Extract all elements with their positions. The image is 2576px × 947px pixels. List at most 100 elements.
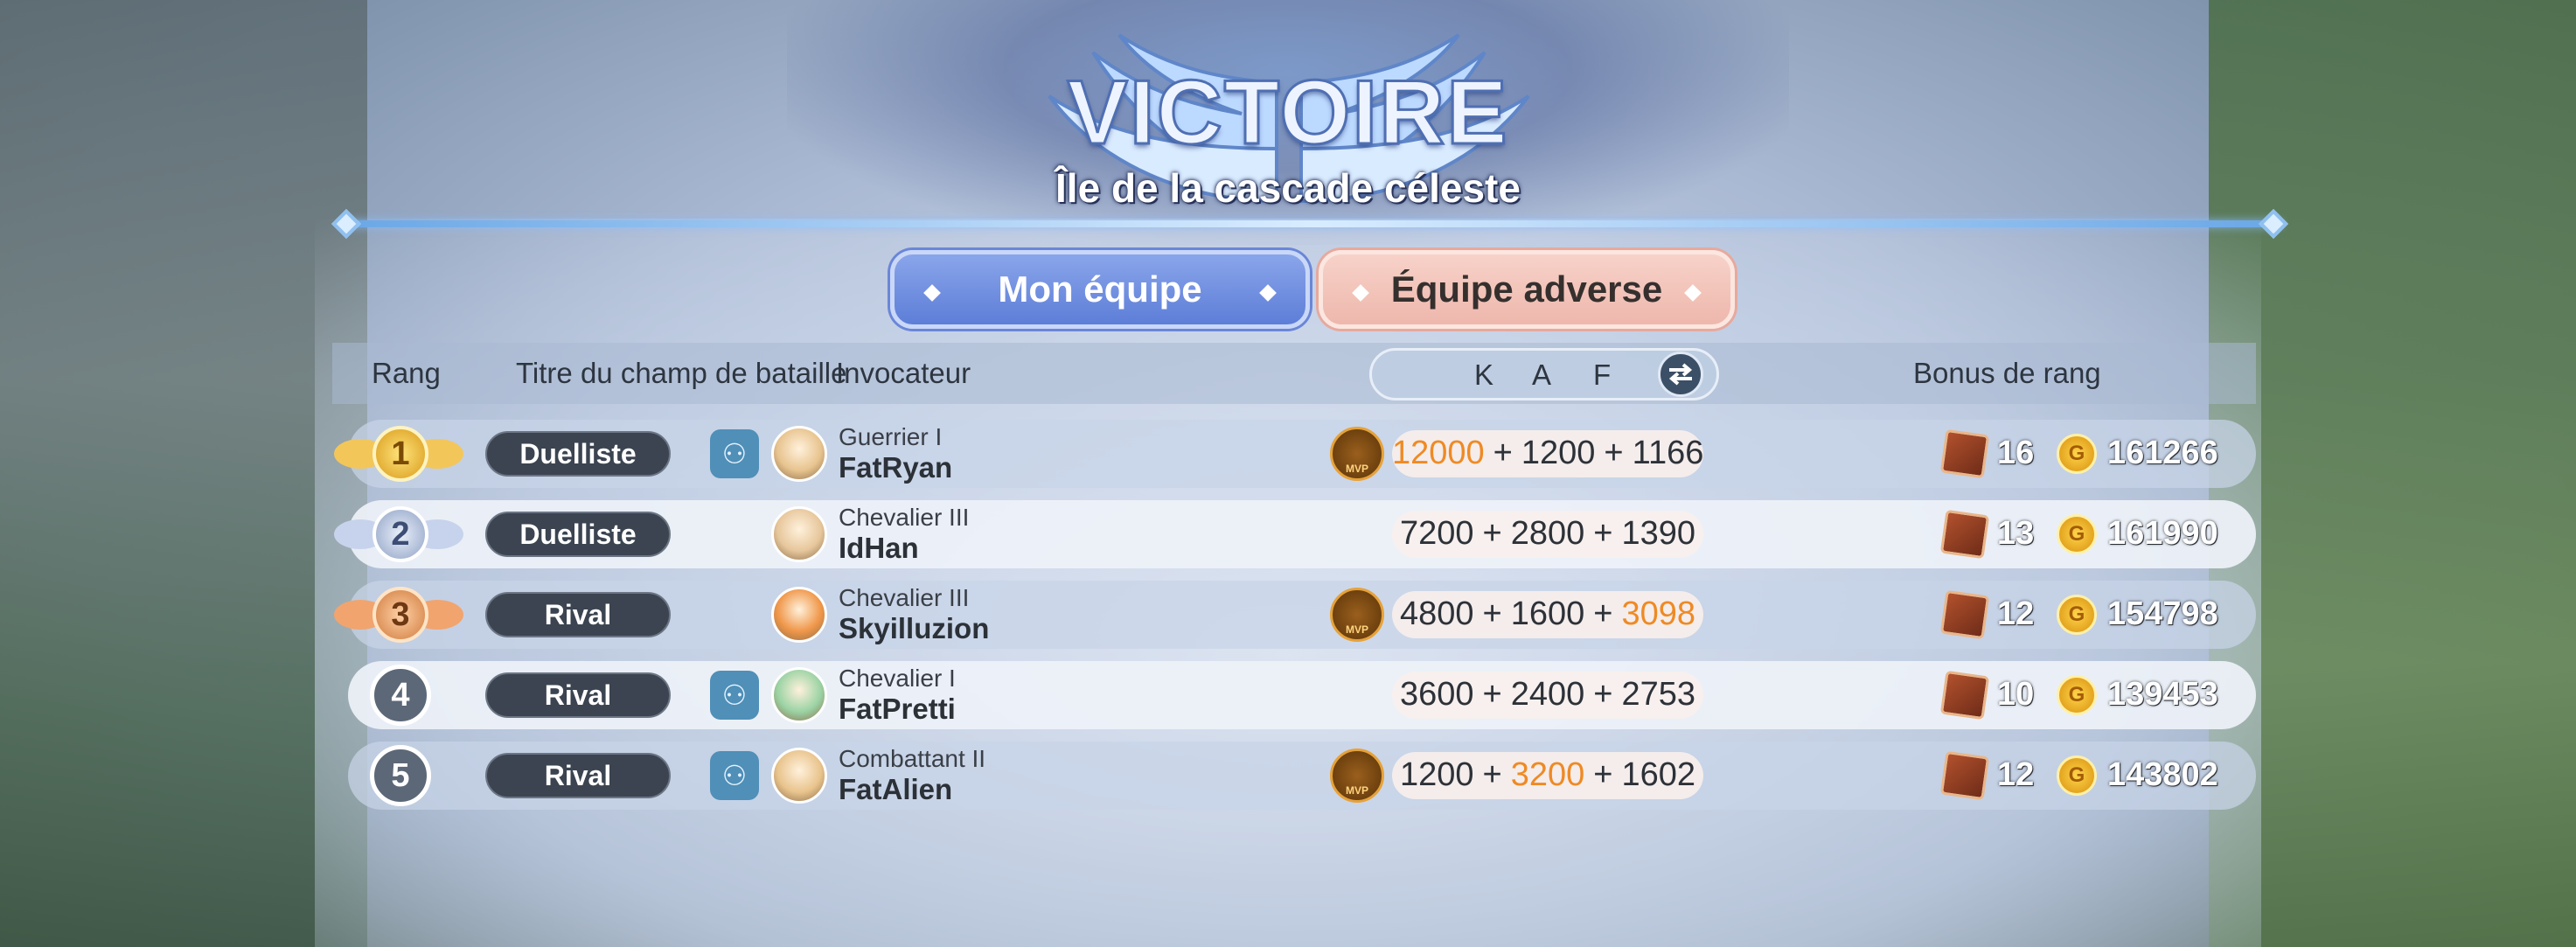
kaf-values: 4800 +1600 +3098 [1392, 595, 1703, 633]
summoner-rank-label: Chevalier III [839, 584, 970, 611]
column-k: K [1474, 359, 1494, 391]
gold-coin-icon: G [2057, 595, 2097, 635]
kaf-values: 12000 +1200 +1166 [1392, 435, 1703, 472]
mvp-icon: MVP [1330, 588, 1384, 642]
gold-coin-icon: G [2057, 675, 2097, 715]
column-rank: Rang [372, 357, 441, 389]
kaf-f-value: 1390 [1621, 515, 1696, 552]
tab-my-team-label: Mon équipe [998, 268, 1202, 310]
diamond-icon [1684, 284, 1702, 302]
rank-badge: 5 [370, 745, 431, 806]
summoner-name[interactable]: FatAlien [839, 773, 952, 806]
battlefield-title-badge: Duelliste [485, 512, 671, 557]
reward-box-icon [1939, 589, 1990, 640]
mvp-icon: MVP [1330, 427, 1384, 481]
gold-coin-icon: G [2057, 434, 2097, 474]
kaf-f-value: 2753 [1621, 676, 1696, 713]
party-icon: ⚇ [710, 671, 759, 720]
column-rank-bonus: Bonus de rang [1913, 357, 2101, 389]
kaf-a-value: 1200 [1521, 435, 1596, 471]
battlefield-title-badge: Duelliste [485, 431, 671, 477]
rank-badge: 1 [372, 426, 428, 482]
column-a: A [1532, 359, 1552, 391]
party-icon: ⚇ [710, 429, 759, 478]
kaf-a-value: 2400 [1510, 676, 1585, 713]
kaf-values: 7200 +2800 +1390 [1392, 515, 1703, 553]
kaf-a-value: 1600 [1510, 595, 1585, 632]
kaf-k-value: 4800 [1399, 595, 1474, 632]
reward-box-count: 16 [1997, 435, 2035, 471]
plus-sign: + [1482, 676, 1502, 713]
map-name: Île de la cascade céleste [1055, 165, 1521, 211]
plus-sign: + [1482, 756, 1502, 793]
reward-box-icon [1939, 750, 1990, 801]
gold-coin-icon: G [2057, 514, 2097, 554]
kaf-f-value: 1166 [1632, 435, 1704, 471]
swap-arrows-icon [1668, 363, 1693, 386]
reward-box-count: 10 [1997, 676, 2035, 713]
kaf-k-value: 7200 [1399, 515, 1474, 552]
gold-amount: 139453 [2107, 676, 2218, 713]
reward-box-count: 13 [1997, 515, 2035, 552]
reward-box-icon [1939, 428, 1990, 479]
header-divider [341, 220, 2282, 227]
diamond-icon [1259, 284, 1277, 302]
plus-sign: + [1593, 515, 1613, 552]
rank-badge: 4 [370, 665, 431, 726]
summoner-rank-label: Chevalier III [839, 504, 970, 531]
plus-sign: + [1593, 756, 1613, 793]
battlefield-title-badge: Rival [485, 672, 671, 718]
summoner-rank-label: Guerrier I [839, 423, 943, 450]
rank-badge: 2 [372, 506, 428, 562]
plus-sign: + [1482, 595, 1502, 632]
reward-box-icon [1939, 670, 1990, 721]
summoner-rank-label: Chevalier I [839, 665, 956, 692]
column-battlefield-title: Titre du champ de bataille [516, 357, 847, 389]
summoner-avatar[interactable] [771, 748, 827, 804]
plus-sign: + [1593, 676, 1613, 713]
kaf-f-value: 3098 [1621, 595, 1696, 632]
gold-coin-icon: G [2057, 756, 2097, 796]
gold-amount: 143802 [2107, 756, 2218, 793]
summoner-name[interactable]: FatPretti [839, 693, 956, 726]
gold-amount: 161266 [2107, 435, 2218, 471]
kaf-a-value: 2800 [1510, 515, 1585, 552]
plus-sign: + [1482, 515, 1502, 552]
summoner-avatar[interactable] [771, 587, 827, 643]
battlefield-title-badge: Rival [485, 592, 671, 637]
summoner-rank-label: Combattant II [839, 745, 986, 772]
reward-box-icon [1939, 509, 1990, 560]
kaf-values: 1200 +3200 +1602 [1392, 756, 1703, 794]
victory-title: VICTOIRE [1066, 61, 1509, 165]
reward-box-count: 12 [1997, 756, 2035, 793]
column-f: F [1593, 359, 1612, 391]
tab-enemy-team[interactable]: Équipe adverse [1319, 250, 1735, 329]
reward-box-count: 12 [1997, 595, 2035, 632]
plus-sign: + [1593, 595, 1613, 632]
rank-badge: 3 [372, 587, 428, 643]
tab-enemy-team-label: Équipe adverse [1390, 268, 1663, 310]
plus-sign: + [1493, 435, 1513, 471]
kaf-a-value: 3200 [1510, 756, 1585, 793]
plus-sign: + [1604, 435, 1624, 471]
kaf-k-value: 1200 [1399, 756, 1474, 793]
gold-amount: 154798 [2107, 595, 2218, 632]
gold-amount: 161990 [2107, 515, 2218, 552]
summoner-avatar[interactable] [771, 667, 827, 723]
summoner-name[interactable]: IdHan [839, 532, 919, 565]
summoner-name[interactable]: FatRyan [839, 451, 952, 484]
kaf-k-value: 12000 [1392, 435, 1485, 471]
kaf-f-value: 1602 [1621, 756, 1696, 793]
swap-stats-button[interactable] [1658, 352, 1703, 397]
diamond-icon [923, 284, 941, 302]
kaf-k-value: 3600 [1399, 676, 1474, 713]
summoner-name[interactable]: Skyilluzion [839, 612, 989, 645]
tab-my-team[interactable]: Mon équipe [890, 250, 1310, 329]
summoner-avatar[interactable] [771, 506, 827, 562]
kaf-values: 3600 +2400 +2753 [1392, 676, 1703, 714]
party-icon: ⚇ [710, 751, 759, 800]
summoner-avatar[interactable] [771, 426, 827, 482]
battlefield-title-badge: Rival [485, 753, 671, 798]
mvp-icon: MVP [1330, 749, 1384, 803]
diamond-icon [1352, 284, 1369, 302]
